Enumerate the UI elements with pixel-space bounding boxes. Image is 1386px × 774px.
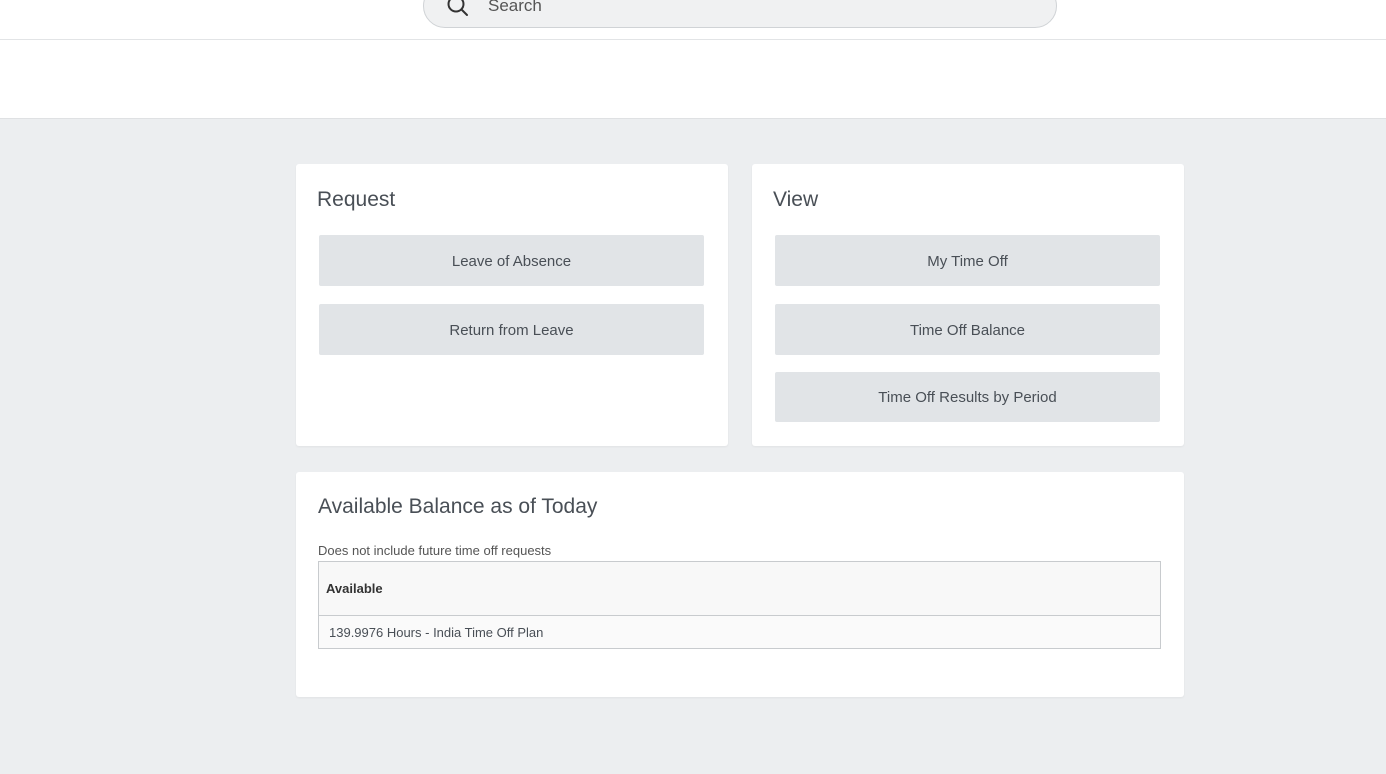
available-balance-card: Available Balance as of Today Does not i… [296,472,1184,697]
time-off-results-by-period-button[interactable]: Time Off Results by Period [775,372,1160,422]
search-input[interactable] [488,0,1028,27]
table-header-row: Available [318,561,1161,616]
my-time-off-button[interactable]: My Time Off [775,235,1160,286]
top-bar [0,0,1386,40]
balance-table: Available 139.9976 Hours - India Time Of… [318,561,1161,649]
search-bar[interactable] [423,0,1057,28]
view-card: View My Time Off Time Off Balance Time O… [752,164,1184,446]
leave-of-absence-button[interactable]: Leave of Absence [319,235,704,286]
request-card: Request Leave of Absence Return from Lea… [296,164,728,446]
request-card-title: Request [317,188,396,211]
column-header-available: Available [318,561,1161,616]
time-off-balance-button[interactable]: Time Off Balance [775,304,1160,355]
table-cell-balance: 139.9976 Hours - India Time Off Plan [318,615,1161,649]
view-card-title: View [773,188,819,211]
page-header [0,40,1386,119]
available-balance-title: Available Balance as of Today [318,495,598,518]
table-row: 139.9976 Hours - India Time Off Plan [318,615,1161,649]
balance-note: Does not include future time off request… [318,543,552,558]
search-icon[interactable] [446,0,470,18]
return-from-leave-button[interactable]: Return from Leave [319,304,704,355]
